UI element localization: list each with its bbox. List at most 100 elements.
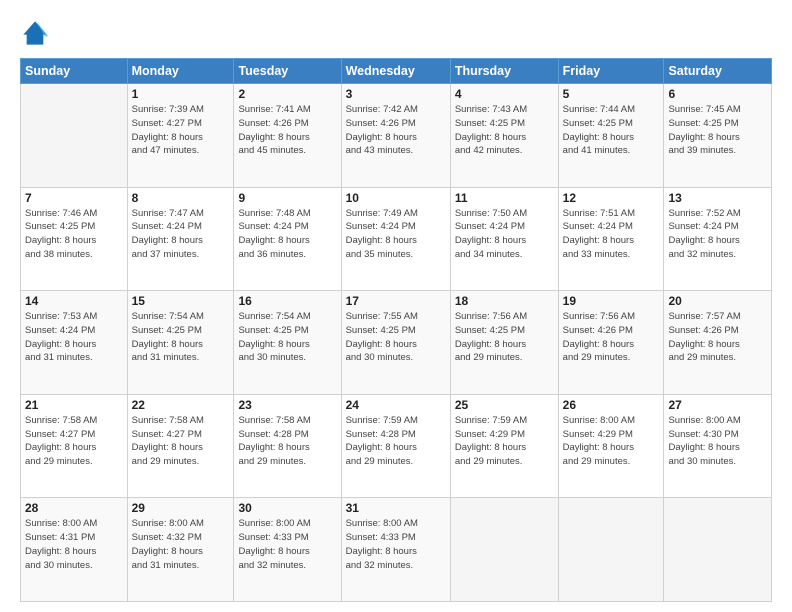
day-number: 26 [563,398,660,412]
day-info: Sunrise: 7:46 AM Sunset: 4:25 PM Dayligh… [25,207,123,262]
calendar-cell: 9Sunrise: 7:48 AM Sunset: 4:24 PM Daylig… [234,187,341,291]
day-number: 9 [238,191,336,205]
day-number: 24 [346,398,446,412]
day-number: 2 [238,87,336,101]
day-number: 28 [25,501,123,515]
day-number: 1 [132,87,230,101]
day-number: 13 [668,191,767,205]
calendar-cell: 24Sunrise: 7:59 AM Sunset: 4:28 PM Dayli… [341,394,450,498]
day-number: 25 [455,398,554,412]
day-info: Sunrise: 7:49 AM Sunset: 4:24 PM Dayligh… [346,207,446,262]
day-number: 22 [132,398,230,412]
calendar-week-4: 21 Sunrise: 7:58 AM Sunset: 4:27 PM Dayli… [21,394,772,498]
calendar-cell: 23Sunrise: 7:58 AM Sunset: 4:28 PM Dayli… [234,394,341,498]
calendar-cell [450,498,558,602]
calendar-week-3: 14 Sunrise: 7:53 AM Sunset: 4:24 PM Dayli… [21,291,772,395]
calendar-cell [664,498,772,602]
calendar-cell: 3 Sunrise: 7:42 AM Sunset: 4:26 PM Daylig… [341,84,450,188]
day-info: Sunrise: 7:44 AM Sunset: 4:25 PM Dayligh… [563,103,660,158]
day-number: 12 [563,191,660,205]
day-number: 4 [455,87,554,101]
header [20,18,772,48]
logo-icon [20,18,50,48]
calendar-cell: 19Sunrise: 7:56 AM Sunset: 4:26 PM Dayli… [558,291,664,395]
calendar-cell: 27 Sunrise: 8:00 AM Sunset: 4:30 PM Dayli… [664,394,772,498]
day-number: 14 [25,294,123,308]
day-info: Sunrise: 7:58 AM Sunset: 4:28 PM Dayligh… [238,414,336,469]
day-info: Sunrise: 7:55 AM Sunset: 4:25 PM Dayligh… [346,310,446,365]
day-info: Sunrise: 8:00 AM Sunset: 4:30 PM Dayligh… [668,414,767,469]
weekday-header-friday: Friday [558,59,664,84]
calendar-cell: 11 Sunrise: 7:50 AM Sunset: 4:24 PM Dayli… [450,187,558,291]
weekday-header-thursday: Thursday [450,59,558,84]
day-info: Sunrise: 7:54 AM Sunset: 4:25 PM Dayligh… [238,310,336,365]
day-number: 27 [668,398,767,412]
calendar-cell: 5 Sunrise: 7:44 AM Sunset: 4:25 PM Daylig… [558,84,664,188]
logo [20,18,54,48]
calendar-cell: 22 Sunrise: 7:58 AM Sunset: 4:27 PM Dayli… [127,394,234,498]
day-info: Sunrise: 7:47 AM Sunset: 4:24 PM Dayligh… [132,207,230,262]
calendar-cell: 8 Sunrise: 7:47 AM Sunset: 4:24 PM Daylig… [127,187,234,291]
day-info: Sunrise: 7:56 AM Sunset: 4:25 PM Dayligh… [455,310,554,365]
calendar-cell: 16 Sunrise: 7:54 AM Sunset: 4:25 PM Dayli… [234,291,341,395]
day-info: Sunrise: 7:58 AM Sunset: 4:27 PM Dayligh… [25,414,123,469]
calendar-cell: 13 Sunrise: 7:52 AM Sunset: 4:24 PM Dayli… [664,187,772,291]
day-number: 16 [238,294,336,308]
day-number: 8 [132,191,230,205]
weekday-header-monday: Monday [127,59,234,84]
day-number: 6 [668,87,767,101]
calendar-cell: 12 Sunrise: 7:51 AM Sunset: 4:24 PM Dayli… [558,187,664,291]
day-number: 11 [455,191,554,205]
calendar-header: SundayMondayTuesdayWednesdayThursdayFrid… [21,59,772,84]
calendar-cell: 6Sunrise: 7:45 AM Sunset: 4:25 PM Daylig… [664,84,772,188]
calendar-week-2: 7 Sunrise: 7:46 AM Sunset: 4:25 PM Daylig… [21,187,772,291]
day-info: Sunrise: 7:54 AM Sunset: 4:25 PM Dayligh… [132,310,230,365]
day-info: Sunrise: 7:56 AM Sunset: 4:26 PM Dayligh… [563,310,660,365]
calendar-cell: 10 Sunrise: 7:49 AM Sunset: 4:24 PM Dayli… [341,187,450,291]
calendar-cell: 2Sunrise: 7:41 AM Sunset: 4:26 PM Daylig… [234,84,341,188]
day-number: 18 [455,294,554,308]
calendar-cell: 17 Sunrise: 7:55 AM Sunset: 4:25 PM Dayli… [341,291,450,395]
day-number: 29 [132,501,230,515]
calendar: SundayMondayTuesdayWednesdayThursdayFrid… [20,58,772,602]
calendar-cell: 30 Sunrise: 8:00 AM Sunset: 4:33 PM Dayli… [234,498,341,602]
calendar-cell: 25 Sunrise: 7:59 AM Sunset: 4:29 PM Dayli… [450,394,558,498]
day-number: 7 [25,191,123,205]
day-info: Sunrise: 7:58 AM Sunset: 4:27 PM Dayligh… [132,414,230,469]
calendar-cell: 26Sunrise: 8:00 AM Sunset: 4:29 PM Dayli… [558,394,664,498]
day-info: Sunrise: 7:39 AM Sunset: 4:27 PM Dayligh… [132,103,230,158]
day-info: Sunrise: 7:50 AM Sunset: 4:24 PM Dayligh… [455,207,554,262]
calendar-cell: 18 Sunrise: 7:56 AM Sunset: 4:25 PM Dayli… [450,291,558,395]
calendar-week-1: 1 Sunrise: 7:39 AM Sunset: 4:27 PM Daylig… [21,84,772,188]
day-info: Sunrise: 7:57 AM Sunset: 4:26 PM Dayligh… [668,310,767,365]
calendar-cell: 21 Sunrise: 7:58 AM Sunset: 4:27 PM Dayli… [21,394,128,498]
weekday-header-saturday: Saturday [664,59,772,84]
day-info: Sunrise: 7:42 AM Sunset: 4:26 PM Dayligh… [346,103,446,158]
calendar-cell: 28 Sunrise: 8:00 AM Sunset: 4:31 PM Dayli… [21,498,128,602]
day-number: 31 [346,501,446,515]
calendar-cell: 14 Sunrise: 7:53 AM Sunset: 4:24 PM Dayli… [21,291,128,395]
day-number: 17 [346,294,446,308]
day-number: 15 [132,294,230,308]
calendar-body: 1 Sunrise: 7:39 AM Sunset: 4:27 PM Daylig… [21,84,772,602]
day-info: Sunrise: 7:52 AM Sunset: 4:24 PM Dayligh… [668,207,767,262]
weekday-header-sunday: Sunday [21,59,128,84]
day-info: Sunrise: 7:51 AM Sunset: 4:24 PM Dayligh… [563,207,660,262]
day-info: Sunrise: 7:53 AM Sunset: 4:24 PM Dayligh… [25,310,123,365]
day-info: Sunrise: 8:00 AM Sunset: 4:31 PM Dayligh… [25,517,123,572]
calendar-cell [558,498,664,602]
day-number: 3 [346,87,446,101]
calendar-cell: 29Sunrise: 8:00 AM Sunset: 4:32 PM Dayli… [127,498,234,602]
weekday-row: SundayMondayTuesdayWednesdayThursdayFrid… [21,59,772,84]
day-number: 10 [346,191,446,205]
calendar-cell: 7 Sunrise: 7:46 AM Sunset: 4:25 PM Daylig… [21,187,128,291]
day-number: 21 [25,398,123,412]
calendar-cell: 20 Sunrise: 7:57 AM Sunset: 4:26 PM Dayli… [664,291,772,395]
day-number: 20 [668,294,767,308]
calendar-cell [21,84,128,188]
day-info: Sunrise: 7:59 AM Sunset: 4:29 PM Dayligh… [455,414,554,469]
day-number: 5 [563,87,660,101]
calendar-cell: 1 Sunrise: 7:39 AM Sunset: 4:27 PM Daylig… [127,84,234,188]
day-number: 30 [238,501,336,515]
day-info: Sunrise: 8:00 AM Sunset: 4:33 PM Dayligh… [238,517,336,572]
